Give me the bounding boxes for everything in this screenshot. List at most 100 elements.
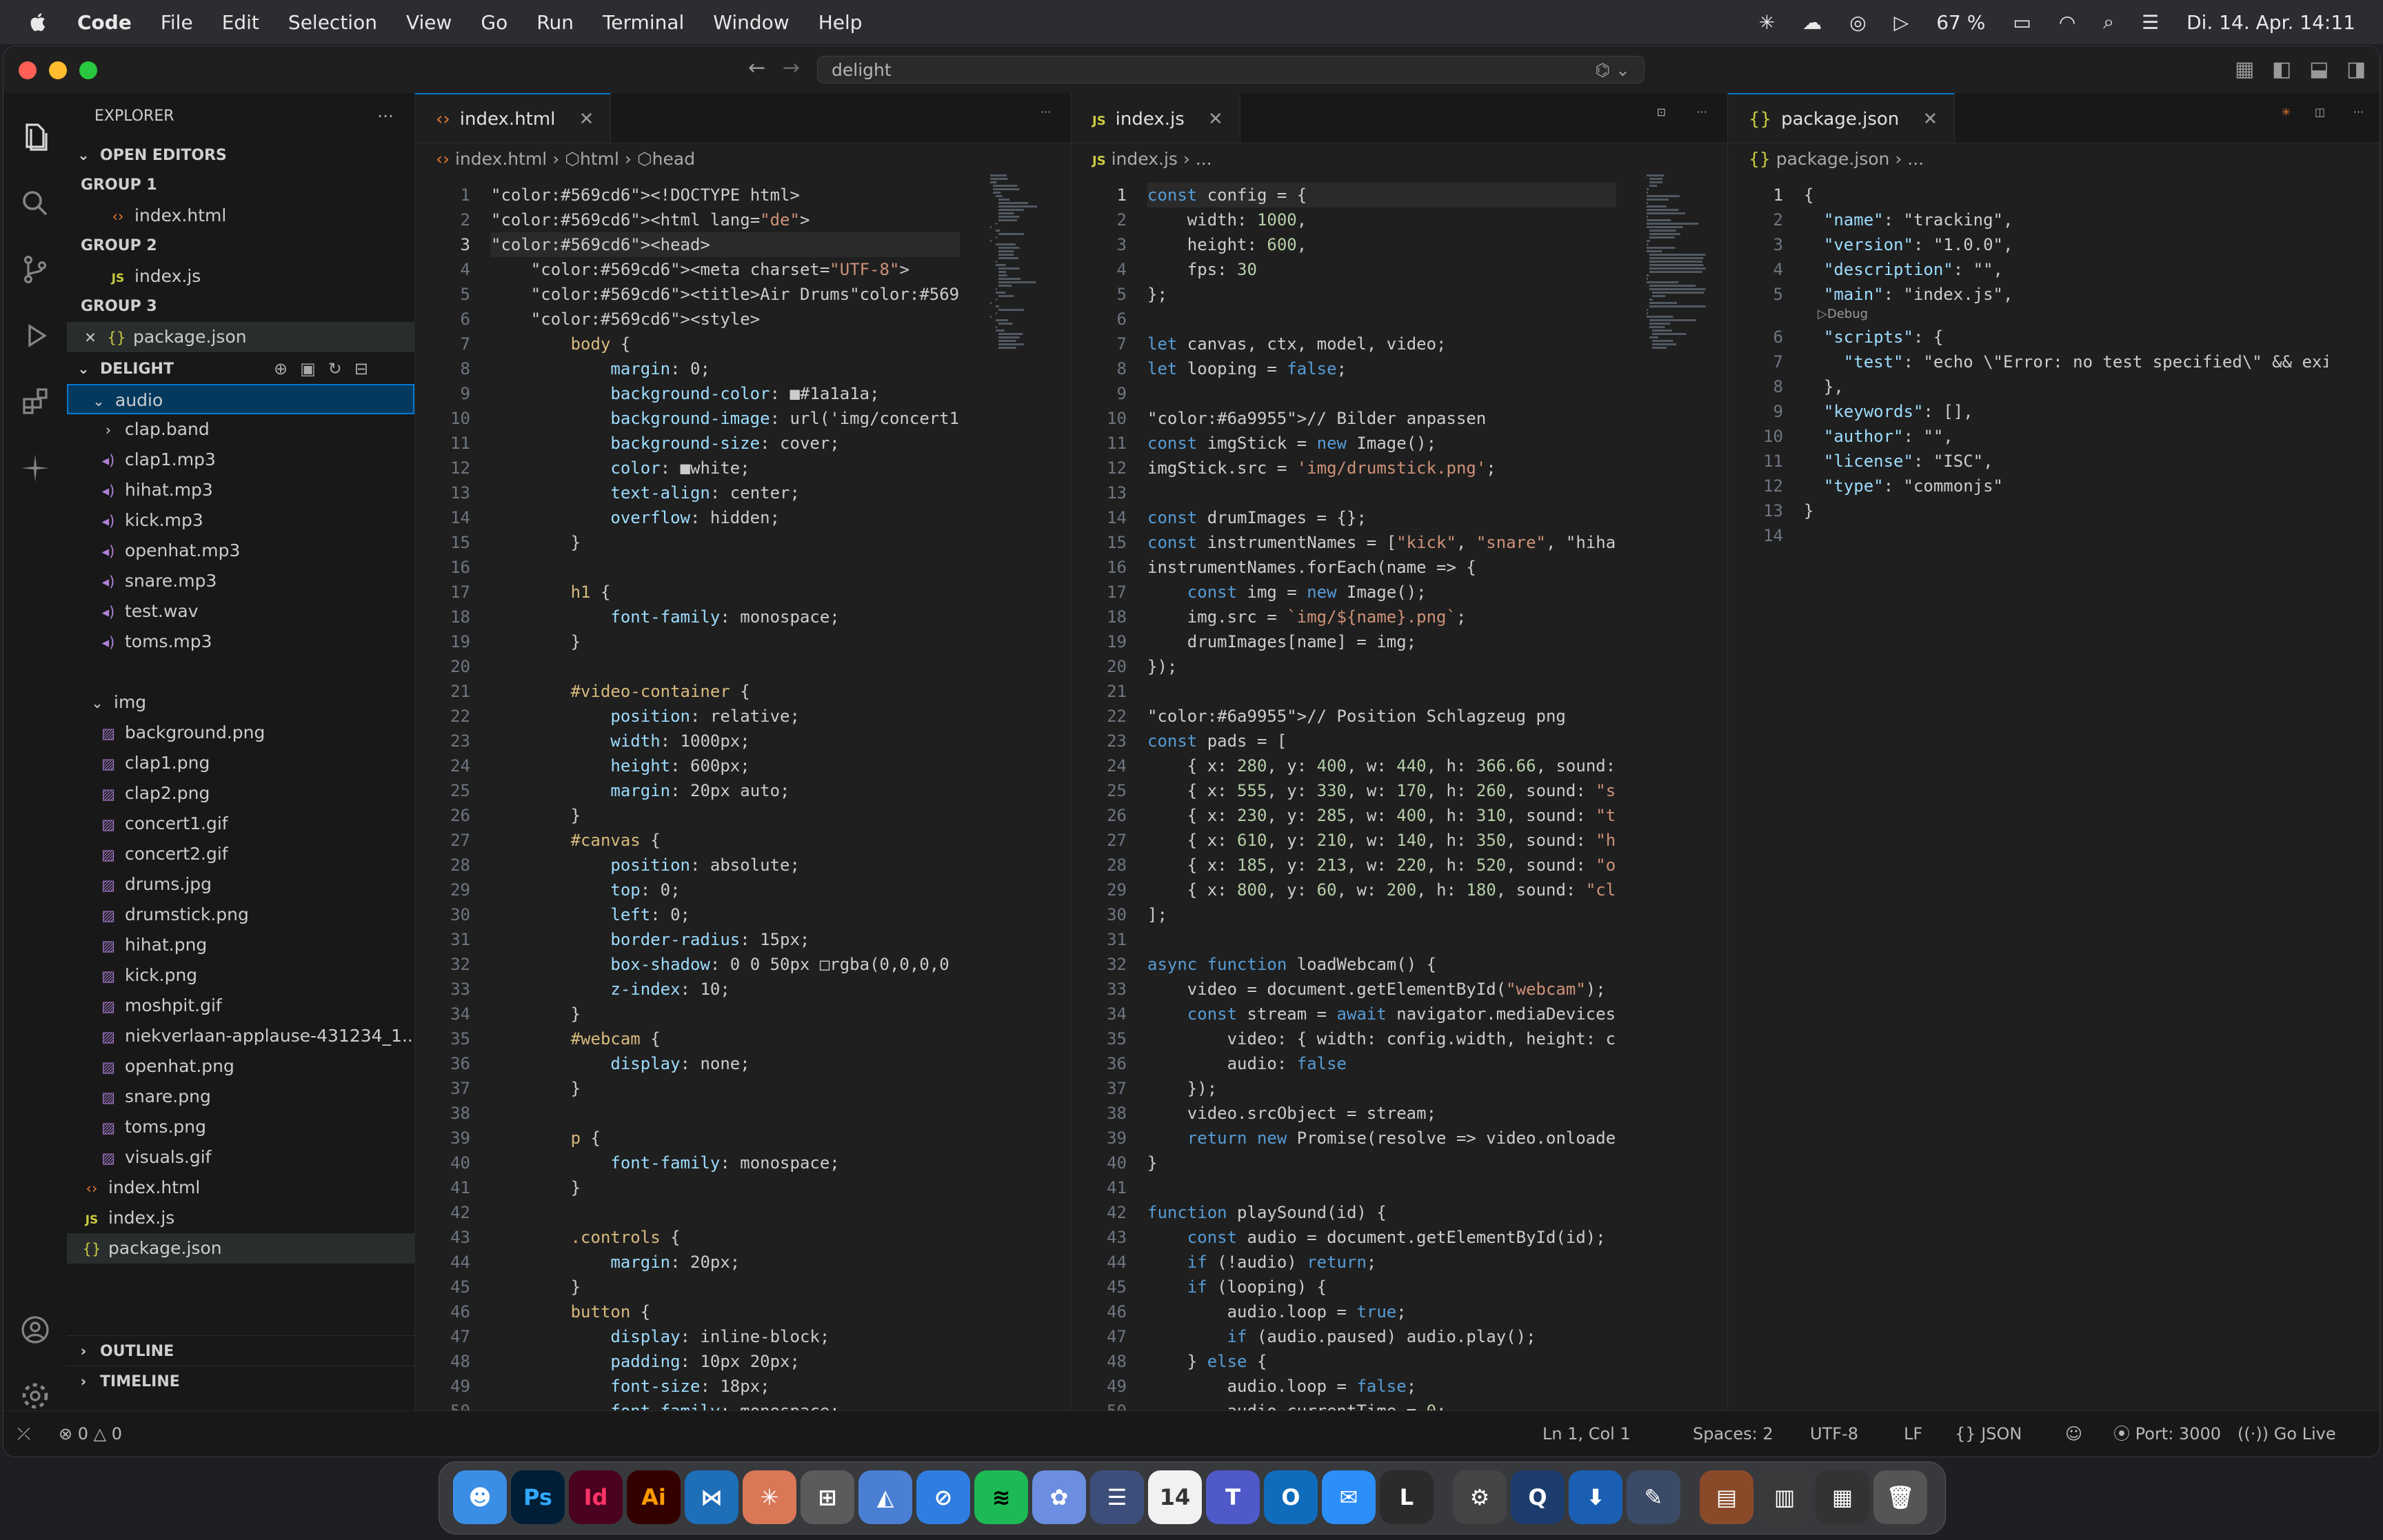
- code-line[interactable]: background-image: url('img/concert1: [491, 406, 960, 431]
- code-line[interactable]: [491, 654, 960, 679]
- problems-indicator[interactable]: ⊗ 0 △ 0: [59, 1411, 122, 1457]
- code-line[interactable]: h1 {: [491, 580, 960, 605]
- safari-icon[interactable]: ⊘: [916, 1470, 970, 1524]
- more-actions-icon[interactable]: ···: [2353, 105, 2364, 119]
- file-item[interactable]: ▨ visuals.gif: [67, 1142, 446, 1173]
- code-line[interactable]: if (!audio) return;: [1147, 1250, 1616, 1275]
- code-line[interactable]: instrumentNames.forEach(name => {: [1147, 555, 1616, 580]
- code-line[interactable]: "name": "tracking",: [1804, 207, 2328, 232]
- code-line[interactable]: [1147, 480, 1616, 505]
- breadcrumb-item[interactable]: index.html: [455, 149, 547, 169]
- code-line[interactable]: p {: [491, 1126, 960, 1151]
- cursor-position[interactable]: Ln 1, Col 1: [1542, 1411, 1631, 1457]
- file-item[interactable]: ▨ clap1.png: [67, 748, 446, 778]
- notes-icon[interactable]: ✎: [1627, 1470, 1680, 1524]
- code-line[interactable]: return new Promise(resolve => video.onlo…: [1147, 1126, 1616, 1151]
- menu-view[interactable]: View: [406, 11, 452, 34]
- code-line[interactable]: "description": "",: [1804, 257, 2328, 282]
- close-icon[interactable]: ✕: [81, 323, 100, 352]
- back-arrow-icon[interactable]: ←: [748, 56, 765, 80]
- code-line[interactable]: [491, 1101, 960, 1126]
- code-line[interactable]: overflow: hidden;: [491, 505, 960, 530]
- menu-code[interactable]: Code: [77, 11, 132, 34]
- folder-stack-icon-2[interactable]: ▥: [1758, 1470, 1811, 1524]
- code-line[interactable]: display: inline-block;: [491, 1324, 960, 1349]
- close-icon[interactable]: ✕: [579, 94, 594, 144]
- code-line[interactable]: "main": "index.js",: [1804, 282, 2328, 307]
- code-line[interactable]: "color:#569cd6"><style>: [491, 307, 960, 332]
- code-line[interactable]: let canvas, ctx, model, video;: [1147, 332, 1616, 356]
- file-item[interactable]: ▨ drumstick.png: [67, 900, 446, 930]
- menu-selection[interactable]: Selection: [288, 11, 377, 34]
- file-item[interactable]: ▨ toms.png: [67, 1112, 446, 1142]
- code-line[interactable]: }: [491, 530, 960, 555]
- menu-terminal[interactable]: Terminal: [603, 11, 684, 34]
- indesign-icon[interactable]: Id: [569, 1470, 623, 1524]
- file-item[interactable]: ▨ clap2.png: [67, 778, 446, 809]
- code-line[interactable]: const stream = await navigator.mediaDevi…: [1147, 1002, 1616, 1026]
- code-line[interactable]: [1804, 523, 2328, 548]
- explorer-more-icon[interactable]: ···: [377, 101, 394, 132]
- code-line[interactable]: "color:#569cd6"><!DOCTYPE html>: [491, 183, 960, 207]
- indentation[interactable]: Spaces: 2: [1693, 1411, 1773, 1457]
- code-line[interactable]: font-family: monospace;: [491, 605, 960, 629]
- run-debug-icon[interactable]: [19, 319, 52, 352]
- file-item[interactable]: ▨ openhat.png: [67, 1051, 446, 1082]
- code-line[interactable]: if (looping) {: [1147, 1275, 1616, 1299]
- code-line[interactable]: "color:#569cd6"><html lang="de">: [491, 207, 960, 232]
- code-line[interactable]: {: [1804, 183, 2328, 207]
- spotlight-search-icon[interactable]: ⌕: [2103, 10, 2114, 34]
- code-line[interactable]: button {: [491, 1299, 960, 1324]
- menu-help[interactable]: Help: [818, 11, 863, 34]
- code-line[interactable]: height: 600,: [1147, 232, 1616, 257]
- menu-file[interactable]: File: [161, 11, 193, 34]
- file-item[interactable]: ▨ moshpit.gif: [67, 991, 446, 1021]
- code-line[interactable]: { x: 555, y: 330, w: 170, h: 260, sound:…: [1147, 778, 1616, 803]
- folder-stack-icon-1[interactable]: ▤: [1700, 1470, 1753, 1524]
- code-line[interactable]: "version": "1.0.0",: [1804, 232, 2328, 257]
- customize-layout-icon[interactable]: ▦: [2235, 57, 2254, 81]
- play-icon[interactable]: ▷: [1894, 11, 1909, 34]
- file-item[interactable]: ◂) snare.mp3: [67, 566, 446, 596]
- tab-package-json[interactable]: {} package.json ✕: [1728, 93, 1955, 143]
- code-line[interactable]: height: 600px;: [491, 753, 960, 778]
- end-of-line[interactable]: LF: [1904, 1411, 1922, 1457]
- file-item[interactable]: {} package.json: [67, 1233, 430, 1264]
- code-line[interactable]: { x: 280, y: 400, w: 440, h: 366.66, sou…: [1147, 753, 1616, 778]
- minimap[interactable]: [981, 174, 1063, 354]
- code-line[interactable]: [1147, 307, 1616, 332]
- code-line[interactable]: drumImages[name] = img;: [1147, 629, 1616, 654]
- code-line[interactable]: z-index: 10;: [491, 977, 960, 1002]
- menu-window[interactable]: Window: [713, 11, 789, 34]
- code-line[interactable]: [491, 555, 960, 580]
- quicktime-icon[interactable]: Q: [1511, 1470, 1565, 1524]
- menubar-clock[interactable]: Di. 14. Apr. 14:11: [2186, 11, 2355, 34]
- breadcrumb-item[interactable]: head: [652, 149, 695, 169]
- code-line[interactable]: video = document.getElementById("webcam"…: [1147, 977, 1616, 1002]
- folder-audio[interactable]: ⌄ audio: [67, 384, 414, 414]
- code-line[interactable]: [1147, 927, 1616, 952]
- downloads-icon[interactable]: ⬇: [1569, 1470, 1622, 1524]
- file-item[interactable]: ▨ concert2.gif: [67, 839, 446, 869]
- code-line[interactable]: font-family: monospace;: [491, 1151, 960, 1175]
- shazam-icon[interactable]: ◎: [1849, 11, 1866, 34]
- command-center-search[interactable]: delight ⌬ ⌄: [817, 56, 1645, 83]
- folder-img[interactable]: ⌄ img: [67, 687, 435, 718]
- open-editor-index-js[interactable]: JS index.js: [67, 261, 456, 292]
- code-line[interactable]: audio: false: [1147, 1051, 1616, 1076]
- illustrator-icon[interactable]: Ai: [627, 1470, 681, 1524]
- code-line[interactable]: { x: 185, y: 213, w: 220, h: 520, sound:…: [1147, 853, 1616, 878]
- screenshot-icon[interactable]: ⊞: [801, 1470, 854, 1524]
- code-line[interactable]: display: none;: [491, 1051, 960, 1076]
- file-item[interactable]: ▨ drums.jpg: [67, 869, 446, 900]
- code-line[interactable]: img.src = `img/${name}.png`;: [1147, 605, 1616, 629]
- code-line[interactable]: "license": "ISC",: [1804, 449, 2328, 474]
- breadcrumb-item[interactable]: html: [580, 149, 619, 169]
- source-control-icon[interactable]: [19, 253, 52, 286]
- breadcrumb-item[interactable]: index.js: [1112, 149, 1178, 169]
- minimap[interactable]: [1637, 174, 1720, 698]
- tab-index-html[interactable]: ‹› index.html ✕: [415, 93, 612, 144]
- extensions-icon[interactable]: [19, 385, 52, 418]
- code-line[interactable]: color: ■white;: [491, 456, 960, 480]
- code-line[interactable]: audio.loop = false;: [1147, 1374, 1616, 1399]
